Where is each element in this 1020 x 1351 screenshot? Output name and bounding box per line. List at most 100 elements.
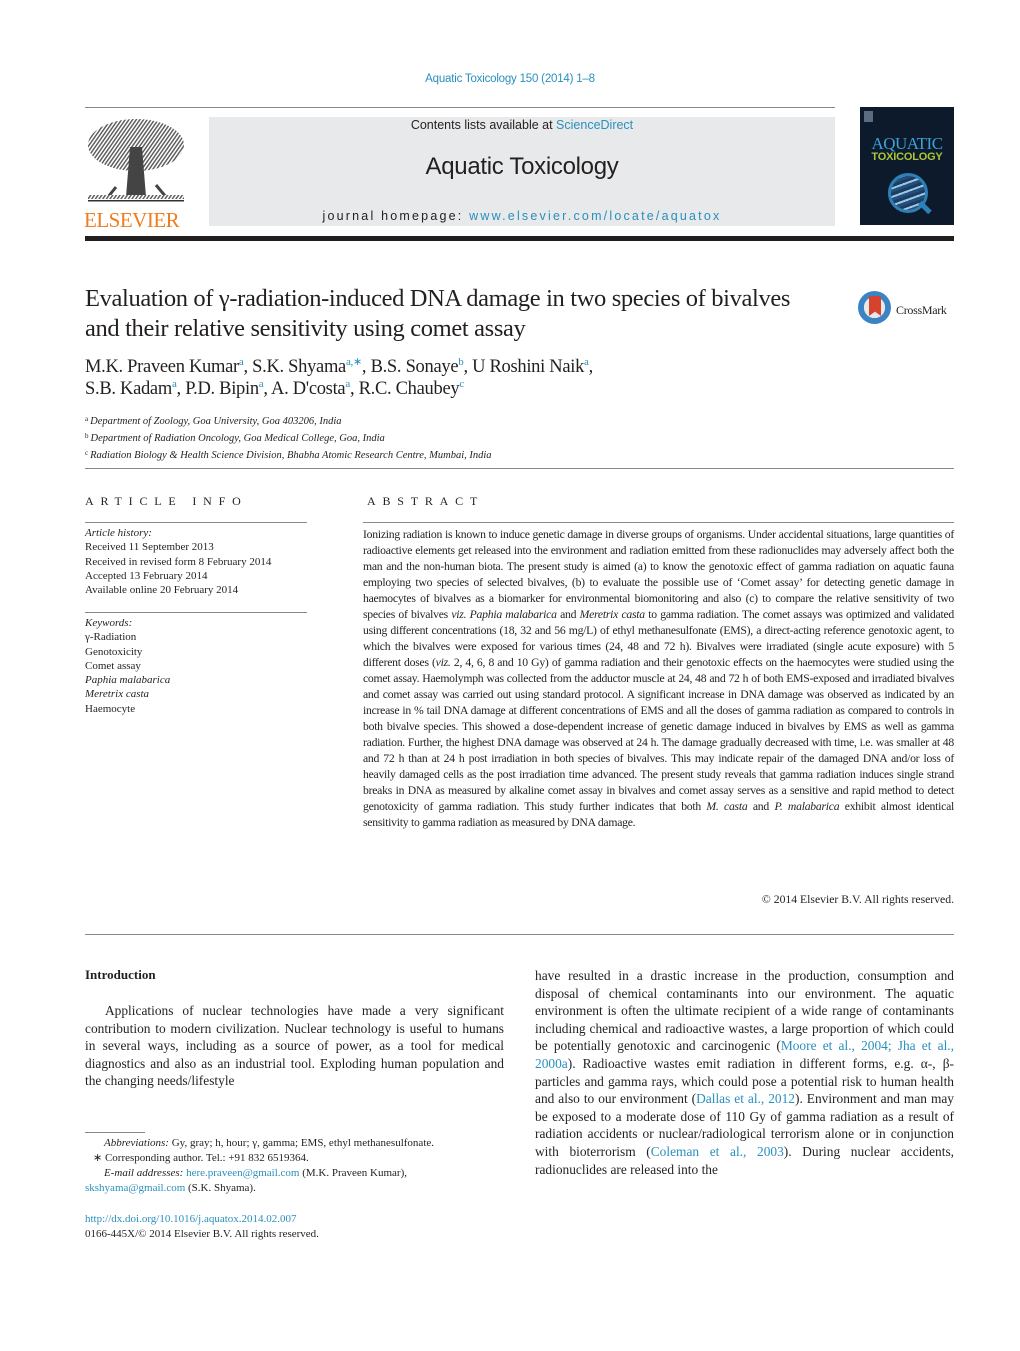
crossmark-label: CrossMark <box>896 303 947 317</box>
keyword-item: Haemocyte <box>85 702 136 715</box>
abstract-heading: ABSTRACT <box>367 494 485 508</box>
affiliation-link[interactable]: a <box>239 356 244 368</box>
affiliation-text: Department of Radiation Oncology, Goa Me… <box>90 433 385 444</box>
affiliation-text: Radiation Biology & Health Science Divis… <box>90 450 492 461</box>
section-heading-introduction: Introduction <box>85 967 156 982</box>
cover-publisher-mark <box>864 111 873 122</box>
sciencedirect-link[interactable]: ScienceDirect <box>556 118 633 132</box>
elsevier-logo[interactable]: ELSEVIER <box>84 117 188 231</box>
affiliation-link[interactable]: a <box>172 378 177 390</box>
keywords: Keywords: γ-Radiation Genotoxicity Comet… <box>85 616 325 716</box>
footnote-divider <box>85 1132 145 1133</box>
affiliation-link[interactable]: a <box>345 378 350 390</box>
journal-homepage-link[interactable]: www.elsevier.com/locate/aquatox <box>469 209 721 223</box>
divider <box>363 522 954 523</box>
history-item: Available online 20 February 2014 <box>85 584 239 597</box>
tree-icon <box>88 119 184 202</box>
affiliation-item: a Department of Zoology, Goa University, … <box>85 412 845 429</box>
keyword-item: Paphia malabarica <box>85 674 171 687</box>
article-title: Evaluation of γ-radiation-induced DNA da… <box>85 285 791 342</box>
affiliation-link[interactable]: a <box>584 356 589 368</box>
abstract-segment: 2, 4, 6, 8 and 10 Gy) of gamma radiation… <box>363 656 954 813</box>
affiliations: a Department of Zoology, Goa University, … <box>85 412 845 463</box>
body-paragraph: have resulted in a drastic increase in t… <box>535 967 954 1178</box>
keyword-item: Meretrix casta <box>85 688 150 701</box>
divider <box>85 522 307 523</box>
email-owner: (M.K. Praveen Kumar), <box>299 1167 407 1179</box>
affiliation-label: a <box>85 415 89 423</box>
divider <box>85 107 835 108</box>
abstract-segment: viz. <box>435 656 451 669</box>
corresponding-text: Corresponding author. Tel.: +91 832 6519… <box>102 1152 309 1164</box>
abbreviations-label: Abbreviations: <box>104 1137 169 1149</box>
author-name[interactable]: R.C. Chaubey <box>359 379 460 399</box>
affiliation-label: c <box>85 449 89 457</box>
body-column-right: have resulted in a drastic increase in t… <box>535 967 954 1178</box>
body-column-left: Applications of nuclear technologies hav… <box>85 1002 504 1090</box>
email-label: E-mail addresses: <box>104 1167 184 1179</box>
keywords-label: Keywords: <box>85 617 133 629</box>
history-item: Accepted 13 February 2014 <box>85 569 208 582</box>
divider <box>85 934 954 935</box>
homepage-prefix: journal homepage: <box>322 209 470 223</box>
doi-link[interactable]: http://dx.doi.org/10.1016/j.aquatox.2014… <box>85 1213 297 1225</box>
affiliation-link[interactable]: c <box>459 378 464 390</box>
journal-masthead: Contents lists available at ScienceDirec… <box>209 117 835 226</box>
author-list: M.K. Praveen Kumara, S.K. Shyamaa,∗, B.S… <box>85 356 593 400</box>
author-name[interactable]: P.D. Bipin <box>185 379 259 399</box>
body-paragraph: Applications of nuclear technologies hav… <box>85 1003 504 1089</box>
abbreviations-footnote: Abbreviations: Gy, gray; h, hour; γ, gam… <box>85 1136 525 1151</box>
email-link[interactable]: here.praveen@gmail.com <box>186 1167 299 1179</box>
citation-link[interactable]: Coleman et al., 2003 <box>651 1144 784 1159</box>
journal-reference-link[interactable]: Aquatic Toxicology 150 (2014) 1–8 <box>0 73 1020 85</box>
crossmark-button[interactable]: CrossMark <box>858 291 958 331</box>
keyword-item: γ-Radiation <box>85 631 137 644</box>
abstract-segment: and <box>747 800 775 813</box>
history-item: Received in revised form 8 February 2014 <box>85 555 272 568</box>
article-info-heading: ARTICLE INFO <box>85 494 248 508</box>
affiliation-link[interactable]: a,∗ <box>346 356 362 368</box>
species-name: viz. Paphia malabarica <box>451 608 557 621</box>
cover-title-line-2: TOXICOLOGY <box>871 151 943 163</box>
author-name[interactable]: A. D'costa <box>271 379 346 399</box>
author-name[interactable]: S.B. Kadam <box>85 379 172 399</box>
corresponding-author-footnote: ∗ Corresponding author. Tel.: +91 832 65… <box>85 1151 525 1166</box>
email-footnote: E-mail addresses: here.praveen@gmail.com… <box>85 1166 525 1196</box>
email-owner: (S.K. Shyama). <box>185 1182 256 1194</box>
history-label: Article history: <box>85 527 152 539</box>
affiliation-item: b Department of Radiation Oncology, Goa M… <box>85 429 845 446</box>
issn-line: 0166-445X/© 2014 Elsevier B.V. All right… <box>85 1228 319 1240</box>
keyword-item: Genotoxicity <box>85 645 143 658</box>
keyword-item: Comet assay <box>85 659 141 672</box>
abstract-segment: and <box>556 608 580 621</box>
email-link[interactable]: skshyama@gmail.com <box>85 1182 185 1194</box>
journal-title: Aquatic Toxicology <box>425 153 619 180</box>
doi-block: http://dx.doi.org/10.1016/j.aquatox.2014… <box>85 1212 525 1242</box>
author-name[interactable]: U Roshini Naik <box>472 357 584 377</box>
author-name[interactable]: M.K. Praveen Kumar <box>85 357 239 377</box>
affiliation-item: c Radiation Biology & Health Science Divi… <box>85 446 845 463</box>
author-name[interactable]: S.K. Shyama <box>252 357 346 377</box>
elsevier-wordmark: ELSEVIER <box>84 208 180 232</box>
affiliation-link[interactable]: a <box>259 378 264 390</box>
header-thick-divider <box>85 236 954 241</box>
journal-cover-image[interactable]: AQUATIC TOXICOLOGY <box>860 107 954 225</box>
citation-link[interactable]: Dallas et al., 2012 <box>696 1091 795 1106</box>
homepage-line: journal homepage: www.elsevier.com/locat… <box>209 209 835 223</box>
divider <box>85 468 954 469</box>
abstract-copyright: © 2014 Elsevier B.V. All rights reserved… <box>761 893 954 906</box>
history-item: Received 11 September 2013 <box>85 541 214 554</box>
asterisk-mark: ∗ <box>93 1152 103 1164</box>
abbreviations-text: Gy, gray; h, hour; γ, gamma; EMS, ethyl … <box>168 1137 435 1149</box>
contents-prefix: Contents lists available at <box>410 118 557 132</box>
abstract-paragraph: Ionizing radiation is known to induce ge… <box>363 527 954 831</box>
affiliation-label: b <box>85 432 89 440</box>
affiliation-text: Department of Zoology, Goa University, G… <box>90 416 342 427</box>
author-name[interactable]: B.S. Sonaye <box>371 357 459 377</box>
abstract-text: Ionizing radiation is known to induce ge… <box>363 527 954 831</box>
affiliation-link[interactable]: b <box>458 356 464 368</box>
species-name: M. casta <box>706 800 748 813</box>
contents-line: Contents lists available at ScienceDirec… <box>209 118 835 132</box>
divider <box>85 612 307 613</box>
footnotes: Abbreviations: Gy, gray; h, hour; γ, gam… <box>85 1136 525 1196</box>
